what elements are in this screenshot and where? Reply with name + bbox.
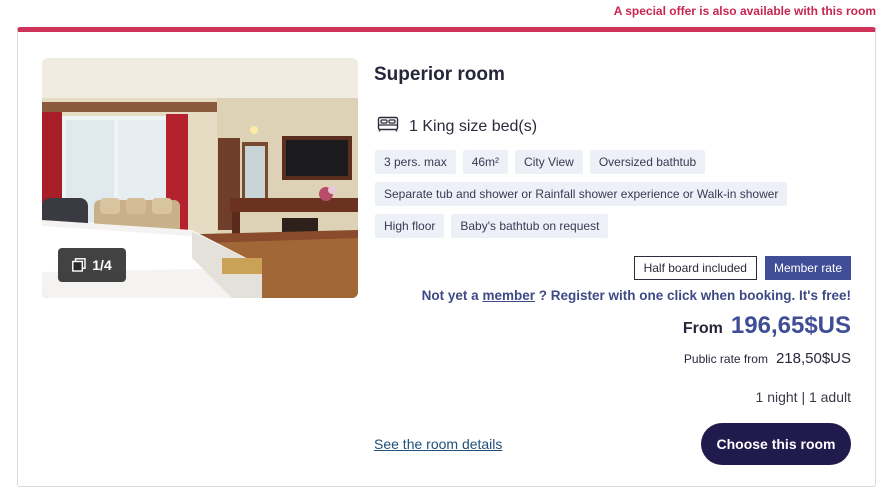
price-from-label: From [682, 320, 723, 337]
amenity-tag: Oversized bathtub [589, 150, 706, 174]
amenity-row: Separate tub and shower or Rainfall show… [375, 182, 815, 206]
room-photo[interactable]: 1/4 [42, 58, 358, 298]
public-rate-line: Public rate from 218,50$US [684, 350, 851, 367]
room-amenities: 3 pers. max 46m² City View Oversized bat… [375, 150, 815, 246]
amenity-row: High floor Baby's bathtub on request [375, 214, 815, 238]
photo-counter-label: 1/4 [92, 257, 112, 273]
public-rate-price: 218,50$US [775, 350, 851, 367]
member-suffix: ? Register with one click when booking. … [538, 288, 851, 303]
room-details-link[interactable]: See the room details [374, 436, 502, 452]
amenity-row: 3 pers. max 46m² City View Oversized bat… [375, 150, 815, 174]
stay-summary: 1 night | 1 adult [755, 389, 851, 405]
member-promo: Not yet a member ? Register with one cli… [422, 288, 851, 303]
price-line: From 196,65$US [683, 312, 851, 340]
photo-counter-button[interactable]: 1/4 [58, 248, 126, 282]
amenity-tag: Baby's bathtub on request [451, 214, 609, 238]
room-card: 1/4 Superior room 1 King size bed(s) 3 p… [17, 27, 876, 487]
bed-info: 1 King size bed(s) [377, 116, 537, 137]
member-rate-badge: Member rate [764, 256, 851, 280]
special-offer-banner: A special offer is also available with t… [613, 4, 876, 18]
member-link[interactable]: member [482, 288, 535, 303]
member-price: 196,65$US [730, 312, 851, 339]
half-board-badge: Half board included [633, 256, 757, 280]
amenity-tag: City View [515, 150, 583, 174]
amenity-tag: 3 pers. max [375, 150, 456, 174]
bed-icon [377, 116, 399, 137]
room-title: Superior room [374, 64, 505, 85]
gallery-icon [72, 258, 86, 272]
rate-badges: Half board included Member rate [633, 256, 851, 280]
amenity-tag: High floor [375, 214, 445, 238]
amenity-tag: 46m² [462, 150, 509, 174]
choose-room-button[interactable]: Choose this room [701, 423, 851, 465]
amenity-tag: Separate tub and shower or Rainfall show… [375, 182, 788, 206]
public-rate-label: Public rate from [683, 352, 768, 366]
member-prefix: Not yet a [421, 288, 479, 303]
bed-label: 1 King size bed(s) [409, 117, 538, 135]
